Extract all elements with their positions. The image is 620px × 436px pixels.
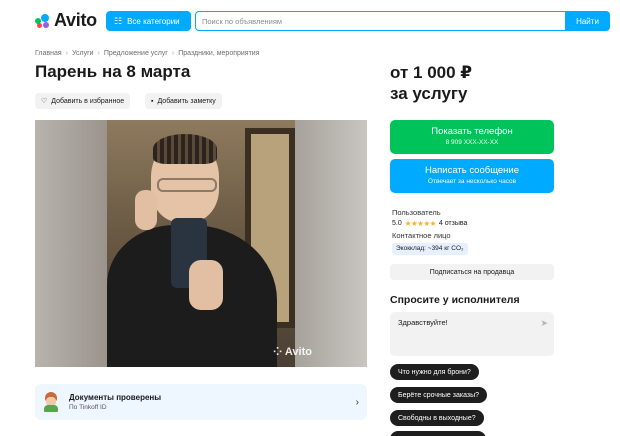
chevron-right-icon: ›: [355, 396, 359, 408]
breadcrumb-separator-icon: ›: [171, 50, 175, 57]
quick-question-chip[interactable]: Что нужно для брони?: [390, 364, 479, 380]
breadcrumb-item[interactable]: Праздники, мероприятия: [178, 50, 259, 57]
reviews-count: 4 отзыва: [438, 220, 468, 227]
add-to-favorites-label: Добавить в избранное: [51, 97, 125, 105]
write-message-label: Написать сообщение: [424, 165, 520, 176]
documents-avatar-icon: [43, 392, 59, 412]
ask-message-text: Здравствуйте!: [398, 318, 448, 327]
photo-main: [107, 120, 295, 367]
response-time: Отвечает за несколько часов: [427, 178, 517, 185]
documents-subtitle: По Tinkoff ID: [69, 404, 107, 411]
watermark-dots-icon: ⁘: [273, 346, 283, 358]
breadcrumb: Главная › Услуги › Предложение услуг › П…: [35, 50, 260, 57]
heart-icon: ♡: [41, 98, 48, 105]
price: от 1 000 ₽ за услугу: [390, 62, 472, 104]
page-title: Парень на 8 марта: [35, 62, 191, 81]
eco-badge[interactable]: Экокклад: ~394 кг CO₂: [392, 243, 468, 255]
contact-person-label: Контактное лицо: [392, 231, 451, 240]
photo-watermark: ⁘ Avito: [273, 345, 312, 358]
logo-text: Avito: [54, 10, 97, 30]
add-note-label: Добавить заметку: [157, 97, 216, 105]
avito-logo[interactable]: Avito: [35, 10, 97, 31]
subscribe-seller-button[interactable]: Подписаться на продавца: [390, 264, 554, 280]
send-icon[interactable]: ➤: [540, 318, 548, 329]
ask-seller-title: Спросите у исполнителя: [390, 294, 520, 306]
write-message-button[interactable]: Написать сообщение Отвечает за несколько…: [390, 159, 554, 193]
photo-blur-right: [295, 120, 367, 367]
all-categories-label: Все категории: [127, 16, 180, 26]
quick-question-chip-partial[interactable]: [390, 431, 486, 436]
phone-masked: 8 909 XXX-XX-XX: [445, 139, 499, 146]
price-unit: за услугу: [390, 84, 468, 103]
show-phone-label: Показать телефон: [431, 126, 513, 137]
hand-left: [135, 190, 157, 230]
logo-dots-icon: [35, 13, 51, 29]
star-rating-icon: ★★★★★: [404, 219, 437, 228]
quick-question-chip[interactable]: Берёте срочные заказы?: [390, 387, 488, 403]
breadcrumb-separator-icon: ›: [97, 50, 100, 57]
seller-rating[interactable]: 5.0 ★★★★★ 4 отзыва: [392, 219, 467, 228]
documents-verified-card[interactable]: Документы проверены По Tinkoff ID ›: [35, 384, 367, 420]
add-note-button[interactable]: ▪ Добавить заметку: [145, 93, 222, 109]
ask-message-input[interactable]: Здравствуйте! ➤: [390, 312, 554, 356]
breadcrumb-item[interactable]: Услуги: [72, 50, 94, 57]
show-phone-button[interactable]: Показать телефон 8 909 XXX-XX-XX: [390, 120, 554, 154]
all-categories-button[interactable]: ☷ Все категории: [106, 11, 191, 31]
price-amount: от 1 000 ₽: [390, 63, 473, 82]
hand-right: [189, 260, 223, 310]
person-hair: [153, 134, 217, 164]
documents-title: Документы проверены: [69, 393, 162, 402]
breadcrumb-separator-icon: ›: [65, 50, 68, 57]
quick-question-chip[interactable]: Свободны в выходные?: [390, 410, 484, 426]
glasses-icon: [157, 178, 217, 192]
seller-name[interactable]: Пользователь: [392, 208, 441, 217]
listing-photo[interactable]: ⁘ Avito: [35, 120, 367, 367]
rating-value: 5.0: [392, 220, 402, 227]
search-input[interactable]: Поиск по объявлениям: [195, 11, 565, 31]
grid-icon: ☷: [114, 15, 123, 26]
breadcrumb-item[interactable]: Главная: [35, 50, 62, 57]
search-button[interactable]: Найти: [565, 11, 610, 31]
watermark-text: Avito: [284, 346, 312, 358]
note-icon: ▪: [151, 97, 154, 105]
search-placeholder: Поиск по объявлениям: [202, 17, 283, 26]
breadcrumb-item[interactable]: Предложение услуг: [104, 50, 168, 57]
add-to-favorites-button[interactable]: ♡ Добавить в избранное: [35, 93, 131, 109]
photo-blur-left: [35, 120, 107, 367]
